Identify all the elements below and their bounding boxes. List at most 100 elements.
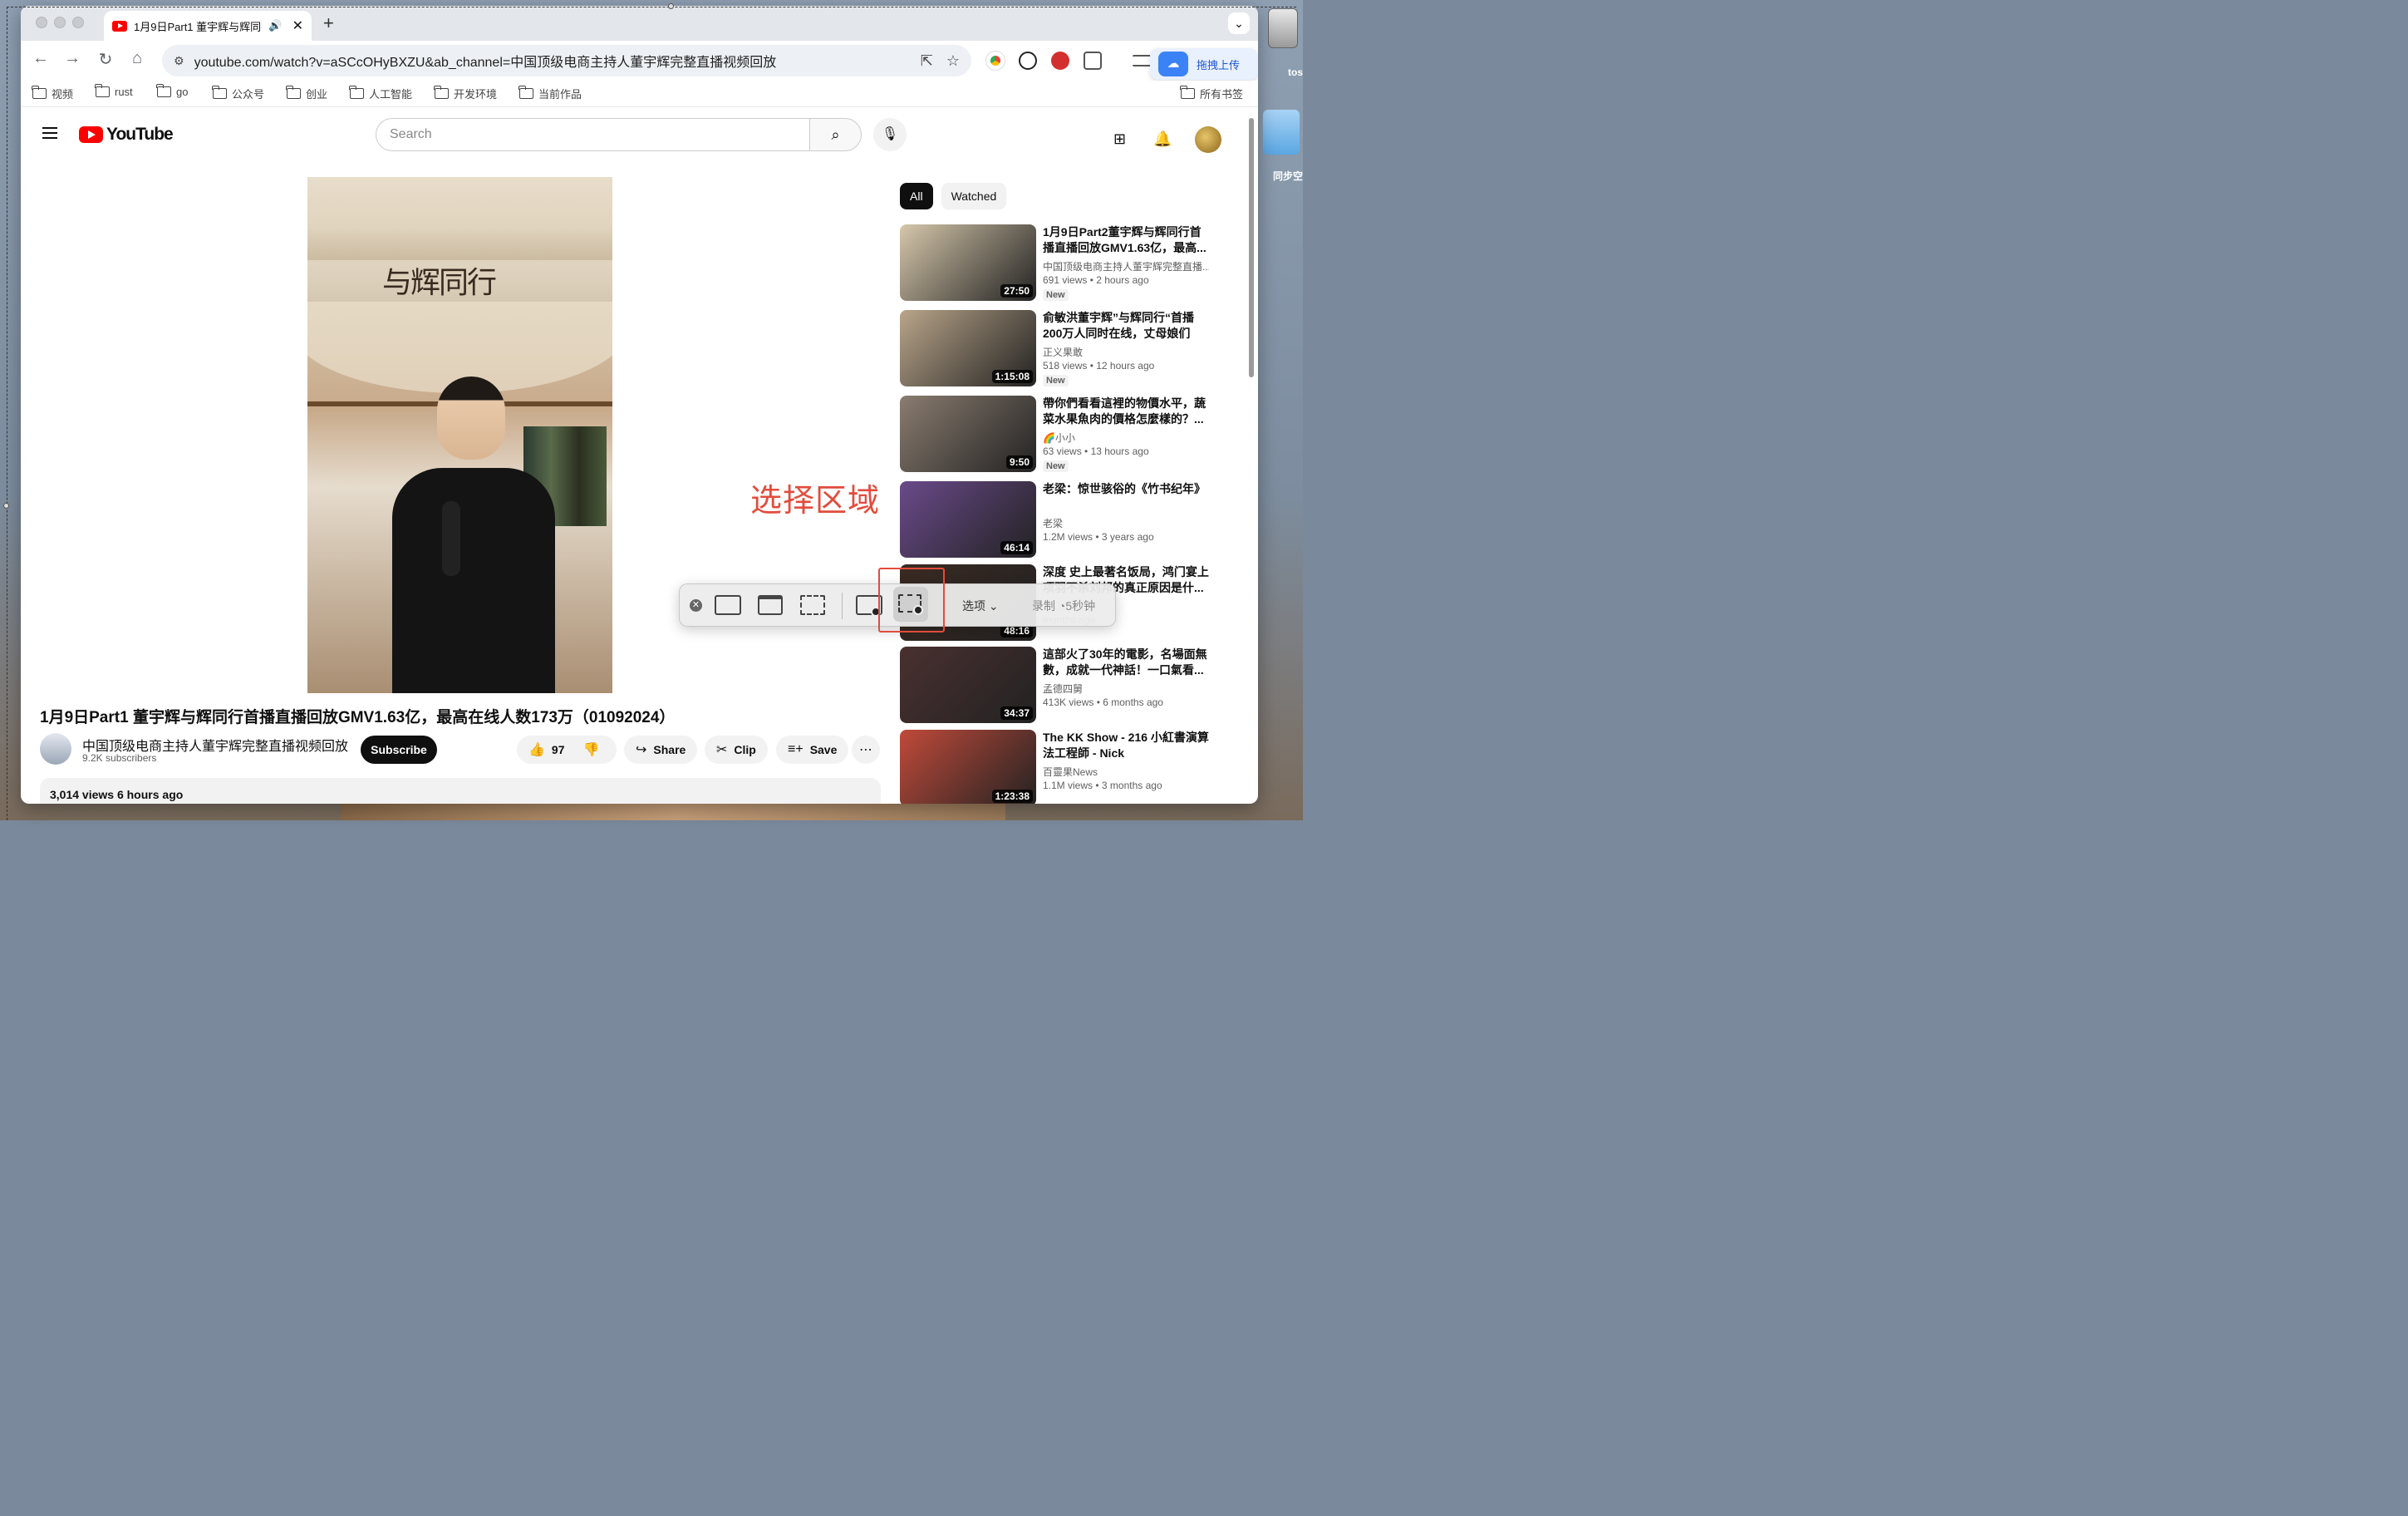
recommendation-channel[interactable]: 百靈果News xyxy=(1043,765,1209,779)
more-icon: ⋯ xyxy=(859,743,872,757)
selection-handle-top[interactable] xyxy=(668,3,674,9)
video-banner-text: 与辉同行 xyxy=(382,266,497,300)
recommendation-channel[interactable]: 🌈小小 xyxy=(1043,431,1209,445)
microphone-icon[interactable]: 🎙 xyxy=(873,118,907,151)
thumbs-down-icon[interactable]: 👎 xyxy=(583,741,600,758)
menu-icon[interactable] xyxy=(42,127,57,139)
duration-badge: 9:50 xyxy=(1005,455,1033,469)
description-box[interactable]: 3,014 views 6 hours ago xyxy=(40,778,881,804)
recommendation-title[interactable]: The KK Show - 216 小紅書演算法工程師 - Nick xyxy=(1043,730,1209,761)
more-actions-button[interactable]: ⋯ xyxy=(852,736,880,764)
page-scrollbar[interactable] xyxy=(1249,118,1254,377)
recommendation-channel[interactable]: 孟德四舅 xyxy=(1043,682,1209,696)
clip-button[interactable]: ✂ Clip xyxy=(705,736,768,764)
recommendation-meta: 413K views • 6 months ago xyxy=(1043,696,1163,708)
address-bar[interactable]: ⚙ youtube.com/watch?v=aSCcOHyBXZU&ab_cha… xyxy=(162,45,971,76)
duration-badge: 34:37 xyxy=(1000,706,1033,720)
recommendation-thumbnail[interactable]: 1:23:38 xyxy=(900,730,1036,804)
site-info-icon[interactable]: ⚙ xyxy=(174,54,184,68)
drag-upload-button[interactable]: ☁ 拖拽上传 xyxy=(1150,48,1258,80)
bookmark-folder[interactable]: rust xyxy=(95,84,133,98)
recommendation-title[interactable]: 1月9日Part2董宇辉与辉同行首播直播回放GMV1.63亿，最高... xyxy=(1043,224,1209,256)
bookmark-folder[interactable]: go xyxy=(156,84,188,98)
recommendation-meta: 63 views • 13 hours ago xyxy=(1043,445,1149,457)
sync-folder-icon[interactable] xyxy=(1263,110,1300,155)
bookmark-star-icon[interactable]: ☆ xyxy=(946,52,960,70)
bookmark-folder[interactable]: 公众号 xyxy=(212,86,264,101)
recommendation-thumbnail[interactable]: 46:14 xyxy=(900,481,1036,558)
home-icon[interactable]: ⌂ xyxy=(125,49,149,68)
back-icon[interactable]: ← xyxy=(29,49,52,68)
record-button[interactable]: 录制 ◔5秒钟 xyxy=(1032,598,1095,614)
share-button[interactable]: ↪ Share xyxy=(624,736,698,764)
folder-icon xyxy=(349,86,364,99)
speaker-icon[interactable]: 🔊 xyxy=(268,19,282,32)
close-tab-icon[interactable]: ✕ xyxy=(292,17,303,34)
tab-search-button[interactable]: ⌄ xyxy=(1228,12,1250,34)
recommendation-thumbnail[interactable]: 34:37 xyxy=(900,647,1036,723)
recommendation-channel[interactable]: 老梁 xyxy=(1043,516,1209,530)
tab-active[interactable]: 1月9日Part1 董宇辉与辉同行 🔊 ✕ xyxy=(104,11,312,41)
create-video-icon[interactable]: ⊞ xyxy=(1113,130,1126,148)
subscriber-count: 9.2K subscribers xyxy=(82,752,157,764)
recommendation-title[interactable]: 這部火了30年的電影，名場面無數，成就一代神話！一口氣看... xyxy=(1043,647,1209,678)
notifications-bell-icon[interactable]: 🔔 xyxy=(1153,130,1172,148)
recommendation-channel[interactable]: 正义果敢 xyxy=(1043,345,1209,359)
openai-extension-icon[interactable] xyxy=(1019,52,1037,70)
new-tab-button[interactable]: + xyxy=(323,12,334,34)
chip-watched[interactable]: Watched xyxy=(941,183,1007,209)
forward-icon[interactable]: → xyxy=(61,49,84,68)
close-window-button[interactable] xyxy=(36,17,47,28)
folder-icon xyxy=(156,84,171,97)
search-icon[interactable]: ⌕ xyxy=(809,118,862,151)
open-in-app-icon[interactable]: ⇱ xyxy=(921,52,933,70)
annotation-label: 选择区域 xyxy=(750,484,881,519)
recommendation-item[interactable]: 9:50 帶你們看看這裡的物價水平，蔬菜水果魚肉的價格怎麼樣的？... 🌈小小 … xyxy=(900,396,1249,472)
user-avatar[interactable] xyxy=(1195,126,1221,153)
recommendation-item[interactable]: 27:50 1月9日Part2董宇辉与辉同行首播直播回放GMV1.63亿，最高.… xyxy=(900,224,1249,301)
all-bookmarks[interactable]: 所有书签 xyxy=(1180,86,1243,101)
recommendation-title[interactable]: 俞敏洪董宇辉”与辉同行“首播200万人同时在线，丈母娘们太... xyxy=(1043,310,1209,342)
recommendation-title[interactable]: 帶你們看看這裡的物價水平，蔬菜水果魚肉的價格怎麼樣的？... xyxy=(1043,396,1209,427)
recommendation-item[interactable]: 46:14 老梁：惊世骇俗的《竹书纪年》 老梁 1.2M views • 3 y… xyxy=(900,481,1249,558)
reload-icon[interactable]: ↻ xyxy=(94,49,117,70)
selection-handle-left[interactable] xyxy=(3,503,9,509)
recommendation-item[interactable]: 34:37 這部火了30年的電影，名場面無數，成就一代神話！一口氣看... 孟德… xyxy=(900,647,1249,723)
bookmark-folder[interactable]: 创业 xyxy=(286,86,327,101)
like-button[interactable]: 👍 97 👎 xyxy=(517,736,617,764)
capture-screen-icon[interactable] xyxy=(715,595,741,615)
extensions-puzzle-icon[interactable] xyxy=(1084,52,1102,70)
duration-badge: 27:50 xyxy=(1000,284,1033,298)
disk-icon[interactable] xyxy=(1268,8,1298,48)
channel-avatar[interactable] xyxy=(40,733,71,765)
options-menu[interactable]: 选项 ⌄ xyxy=(962,598,999,614)
recommendation-thumbnail[interactable]: 9:50 xyxy=(900,396,1036,472)
chrome-extension-icon[interactable] xyxy=(985,51,1005,71)
minimize-window-button[interactable] xyxy=(54,17,66,28)
recommendation-item[interactable]: 1:15:08 俞敏洪董宇辉”与辉同行“首播200万人同时在线，丈母娘们太...… xyxy=(900,310,1249,386)
folder-icon xyxy=(518,86,533,99)
bookmark-folder[interactable]: 开发环境 xyxy=(434,86,497,101)
subscribe-button[interactable]: Subscribe xyxy=(361,736,437,764)
bookmark-folder[interactable]: 视频 xyxy=(32,86,73,101)
new-badge: New xyxy=(1043,375,1069,386)
bookmark-folder[interactable]: 当前作品 xyxy=(518,86,582,101)
close-toolbar-icon[interactable]: ✕ xyxy=(690,599,702,612)
recommendation-thumbnail[interactable]: 27:50 xyxy=(900,224,1036,301)
chip-all[interactable]: All xyxy=(900,183,933,209)
recommendation-thumbnail[interactable]: 1:15:08 xyxy=(900,310,1036,386)
reading-list-icon[interactable] xyxy=(1133,55,1151,66)
recommendation-title[interactable]: 老梁：惊世骇俗的《竹书纪年》 xyxy=(1043,481,1209,497)
browser-window: 1月9日Part1 董宇辉与辉同行 🔊 ✕ + ⌄ ← → ↻ ⌂ ⚙ yout… xyxy=(21,6,1258,804)
recommendation-item[interactable]: 1:23:38 The KK Show - 216 小紅書演算法工程師 - Ni… xyxy=(900,730,1249,804)
zoom-window-button[interactable] xyxy=(72,17,84,28)
bookmark-folder[interactable]: 人工智能 xyxy=(349,86,412,101)
search-input[interactable]: Search xyxy=(376,118,810,151)
adblock-extension-icon[interactable] xyxy=(1051,52,1069,70)
youtube-logo[interactable]: YouTube xyxy=(79,125,174,145)
capture-window-icon[interactable] xyxy=(758,595,783,615)
recommendation-channel[interactable]: 中国顶级电商主持人董宇辉完整直播... xyxy=(1043,259,1209,273)
capture-region-icon[interactable] xyxy=(800,595,825,615)
video-player[interactable]: 与辉同行 xyxy=(307,177,612,693)
save-button[interactable]: ≡+ Save xyxy=(776,736,849,764)
